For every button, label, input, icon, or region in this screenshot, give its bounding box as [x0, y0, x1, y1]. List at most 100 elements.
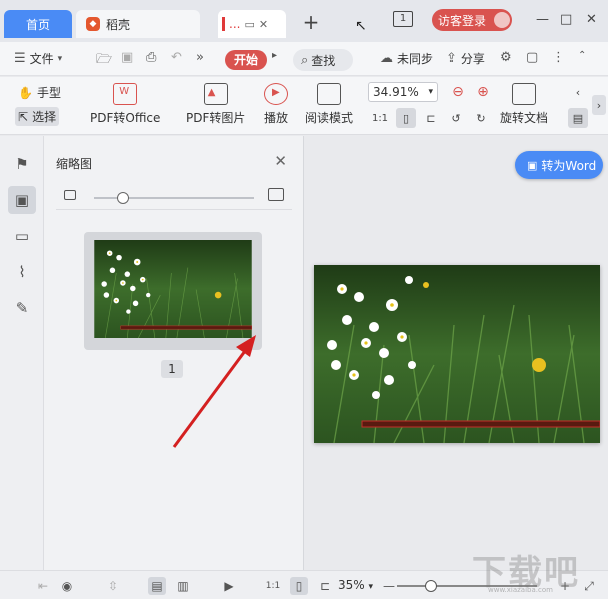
comment-icon[interactable]: ▢ — [526, 50, 538, 65]
slider-handle[interactable] — [116, 192, 129, 204]
pdf-to-office-button[interactable]: W PDF转Office — [90, 83, 160, 126]
left-rail: ⚑ ▣ ▭ ⌇ ✎ — [0, 136, 44, 570]
page-indicator[interactable]: 1 — [393, 11, 413, 27]
pdf-to-office-label: PDF转Office — [90, 111, 161, 125]
status-zoom-select[interactable]: 35% ▾ — [338, 578, 373, 592]
zoom-select[interactable]: 34.91% ▾ — [368, 82, 438, 102]
fit-width-icon[interactable]: ⊏ — [421, 108, 441, 128]
chevron-down-icon: ▾ — [428, 87, 433, 97]
play-icon[interactable]: ▶ — [220, 577, 238, 595]
share-button[interactable]: ⇪ 分享 — [446, 50, 485, 67]
document-canvas[interactable]: ▣ 转为Word — [305, 136, 608, 570]
toolbar: ✋ 手型 ⇱ 选择 W PDF转Office ▲ PDF转图片 ▶ 播放 阅读模… — [0, 77, 608, 135]
tab-daoke-label: 稻壳 — [106, 17, 131, 32]
mouse-cursor-icon: ↖ — [355, 18, 367, 34]
signature-icon[interactable]: ✎ — [8, 294, 36, 322]
more-options-icon[interactable]: ⋮ — [552, 50, 565, 65]
large-image-icon[interactable] — [268, 188, 284, 201]
chevron-right-icon[interactable]: ▸ — [272, 50, 277, 61]
scroll-right-icon[interactable]: › — [592, 95, 606, 115]
eye-icon[interactable]: ◉ — [58, 577, 76, 595]
annotation-arrow — [172, 335, 256, 448]
zoom-slider-handle[interactable] — [424, 580, 437, 592]
chevron-down-icon: ▾ — [368, 582, 374, 592]
tab-home[interactable]: 首页 — [4, 10, 72, 38]
pdf-to-image-label: PDF转图片 — [186, 111, 246, 125]
double-page-icon[interactable]: ▥ — [174, 577, 192, 595]
tab-document[interactable]: ... ▭ ✕ — [218, 10, 286, 38]
sync-status-button[interactable]: ☁ 未同步 — [380, 50, 433, 67]
visitor-login-button[interactable]: 访客登录 — [432, 9, 512, 31]
pdf-to-image-icon: ▲ — [203, 83, 228, 105]
select-tool-label: 选择 — [32, 110, 57, 124]
fit-width-icon[interactable]: ⊏ — [316, 577, 334, 595]
actual-size-button[interactable]: 1:1 — [370, 108, 390, 128]
slider-track[interactable] — [94, 192, 254, 204]
find-button[interactable]: ⌕ 查找 — [293, 49, 353, 71]
more-icon[interactable]: » — [196, 50, 204, 65]
word-icon: ▣ — [527, 158, 538, 172]
tab-daoke[interactable]: ◆ 稻壳 — [76, 10, 200, 38]
fullscreen-icon[interactable]: ⤢ — [580, 577, 598, 595]
fit-height-icon[interactable]: ⇳ — [104, 577, 122, 595]
select-tool[interactable]: ⇱ 选择 — [15, 107, 60, 126]
convert-to-word-label: 转为Word — [541, 158, 597, 173]
watermark-url: www.xiazaiba.com — [488, 586, 553, 594]
select-arrow-icon: ⇱ — [18, 109, 29, 124]
close-tab-icon[interactable]: ✕ — [259, 18, 268, 31]
monitor-icon[interactable]: ▭ — [244, 18, 254, 31]
zoom-out-icon[interactable]: ⊖ — [448, 82, 468, 102]
panel-title: 缩略图 — [56, 157, 93, 171]
undo-icon[interactable]: ↶ — [171, 50, 182, 65]
file-menu[interactable]: ☰ 文件 ▾ — [14, 50, 62, 67]
actual-size-button[interactable]: 1:1 — [264, 577, 282, 595]
collapse-icon[interactable]: ⌃ — [578, 50, 586, 61]
thumbnail-icon[interactable]: ▣ — [8, 186, 36, 214]
rotate-document-label: 旋转文档 — [500, 111, 549, 125]
single-page-icon[interactable]: ▤ — [148, 577, 166, 595]
zoom-in-icon[interactable]: ⊕ — [473, 82, 493, 102]
chevron-left-icon[interactable]: ‹ — [568, 82, 588, 102]
minimize-icon[interactable]: — — [536, 12, 549, 27]
cloud-icon: ☁ — [380, 51, 393, 66]
read-mode-button[interactable]: 阅读模式 — [305, 83, 353, 126]
menu-bar: ☰ 文件 ▾ 🗁 ▣ ⎙ ↶ » 开始 ▸ ⌕ 查找 ☁ 未同步 ⇪ 分享 ⚙ … — [0, 42, 608, 76]
zoom-value: 34.91% — [373, 85, 419, 99]
comment-icon[interactable]: ▭ — [8, 222, 36, 250]
pdf-to-image-button[interactable]: ▲ PDF转图片 — [186, 83, 245, 126]
convert-to-word-button[interactable]: ▣ 转为Word — [515, 151, 603, 179]
tab-home-label: 首页 — [25, 17, 50, 32]
first-page-icon[interactable]: ⇤ — [34, 577, 52, 595]
rotate-right-icon[interactable]: ↻ — [471, 108, 491, 128]
play-label: 播放 — [264, 111, 289, 125]
bookmark-icon[interactable]: ⚑ — [8, 150, 36, 178]
rotate-left-icon[interactable]: ↺ — [446, 108, 466, 128]
hand-tool-label: 手型 — [36, 86, 61, 100]
settings-icon[interactable]: ⚙ — [500, 50, 512, 65]
open-icon[interactable]: 🗁 — [96, 50, 112, 72]
document-page — [314, 265, 600, 443]
start-tab-button[interactable]: 开始 — [225, 50, 267, 70]
print-icon[interactable]: ⎙ — [146, 50, 156, 65]
fit-page-icon[interactable]: ▯ — [396, 108, 416, 128]
hand-icon: ✋ — [18, 85, 33, 100]
play-button[interactable]: ▶ 播放 — [264, 83, 288, 126]
avatar — [494, 12, 511, 28]
page-view-icon[interactable]: ▤ — [568, 108, 588, 128]
play-icon: ▶ — [264, 83, 288, 105]
search-icon: ⌕ — [301, 52, 309, 68]
thumbnail-size-slider[interactable] — [56, 186, 292, 210]
fit-page-icon[interactable]: ▯ — [290, 577, 308, 595]
new-tab-button[interactable]: + — [300, 12, 322, 34]
rotate-document-button[interactable]: 旋转文档 — [500, 83, 548, 126]
maximize-icon[interactable]: □ — [560, 12, 572, 27]
attachment-icon[interactable]: ⌇ — [8, 258, 36, 286]
hand-tool[interactable]: ✋ 手型 — [18, 84, 61, 101]
tab-bar: 首页 ◆ 稻壳 ... ▭ ✕ + ↖ 1 访客登录 — □ ✕ — [0, 0, 608, 42]
close-window-icon[interactable]: ✕ — [586, 12, 597, 27]
zoom-out-icon[interactable]: — — [380, 577, 398, 595]
visitor-login-label: 访客登录 — [438, 13, 487, 28]
save-icon[interactable]: ▣ — [121, 50, 133, 65]
small-image-icon[interactable] — [64, 190, 76, 200]
close-icon[interactable]: ✕ — [274, 152, 287, 170]
